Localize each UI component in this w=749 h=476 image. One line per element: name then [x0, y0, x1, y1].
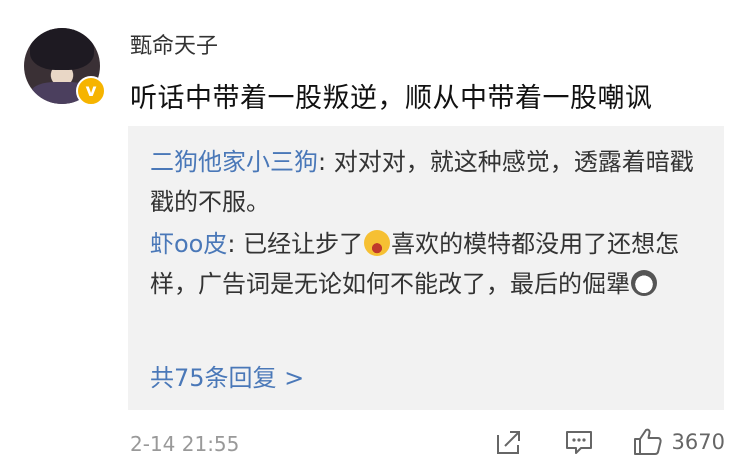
- verified-badge-icon: v: [76, 76, 106, 106]
- reply-text: 已经让步了: [243, 230, 364, 258]
- action-bar: 3670: [494, 426, 725, 458]
- reply-author[interactable]: 二狗他家小三狗: [150, 148, 318, 176]
- avatar[interactable]: v: [24, 28, 106, 106]
- laughing-emoji-icon: [364, 230, 391, 256]
- username[interactable]: 甄命天子: [130, 28, 218, 60]
- like-button[interactable]: 3670: [632, 426, 725, 458]
- more-replies-link[interactable]: 共75条回复 >: [150, 358, 304, 393]
- share-button[interactable]: [494, 427, 524, 457]
- thumbs-up-icon: [633, 428, 662, 455]
- comment-button[interactable]: [564, 427, 594, 457]
- reply-box: 二狗他家小三狗: 对对对，就这种感觉，透露着暗戳戳的不服。 虾oo皮: 已经让步…: [128, 126, 724, 410]
- reply-item: 二狗他家小三狗: 对对对，就这种感觉，透露着暗戳戳的不服。: [150, 142, 706, 222]
- husky-dog-emoji-icon: [631, 270, 657, 296]
- comment-icon: [565, 431, 592, 454]
- reply-author[interactable]: 虾oo皮: [150, 230, 227, 258]
- reply-separator: :: [318, 148, 334, 176]
- reply-separator: :: [227, 230, 244, 258]
- timestamp: 2-14 21:55: [130, 432, 240, 456]
- reply-item: 虾oo皮: 已经让步了 喜欢的模特都没用了还想怎样，广告词是无论如何不能改了，最后…: [150, 224, 706, 304]
- share-icon: [496, 431, 520, 454]
- like-count: 3670: [671, 430, 725, 454]
- comment-text: 听话中带着一股叛逆，顺从中带着一股嘲讽: [130, 83, 653, 114]
